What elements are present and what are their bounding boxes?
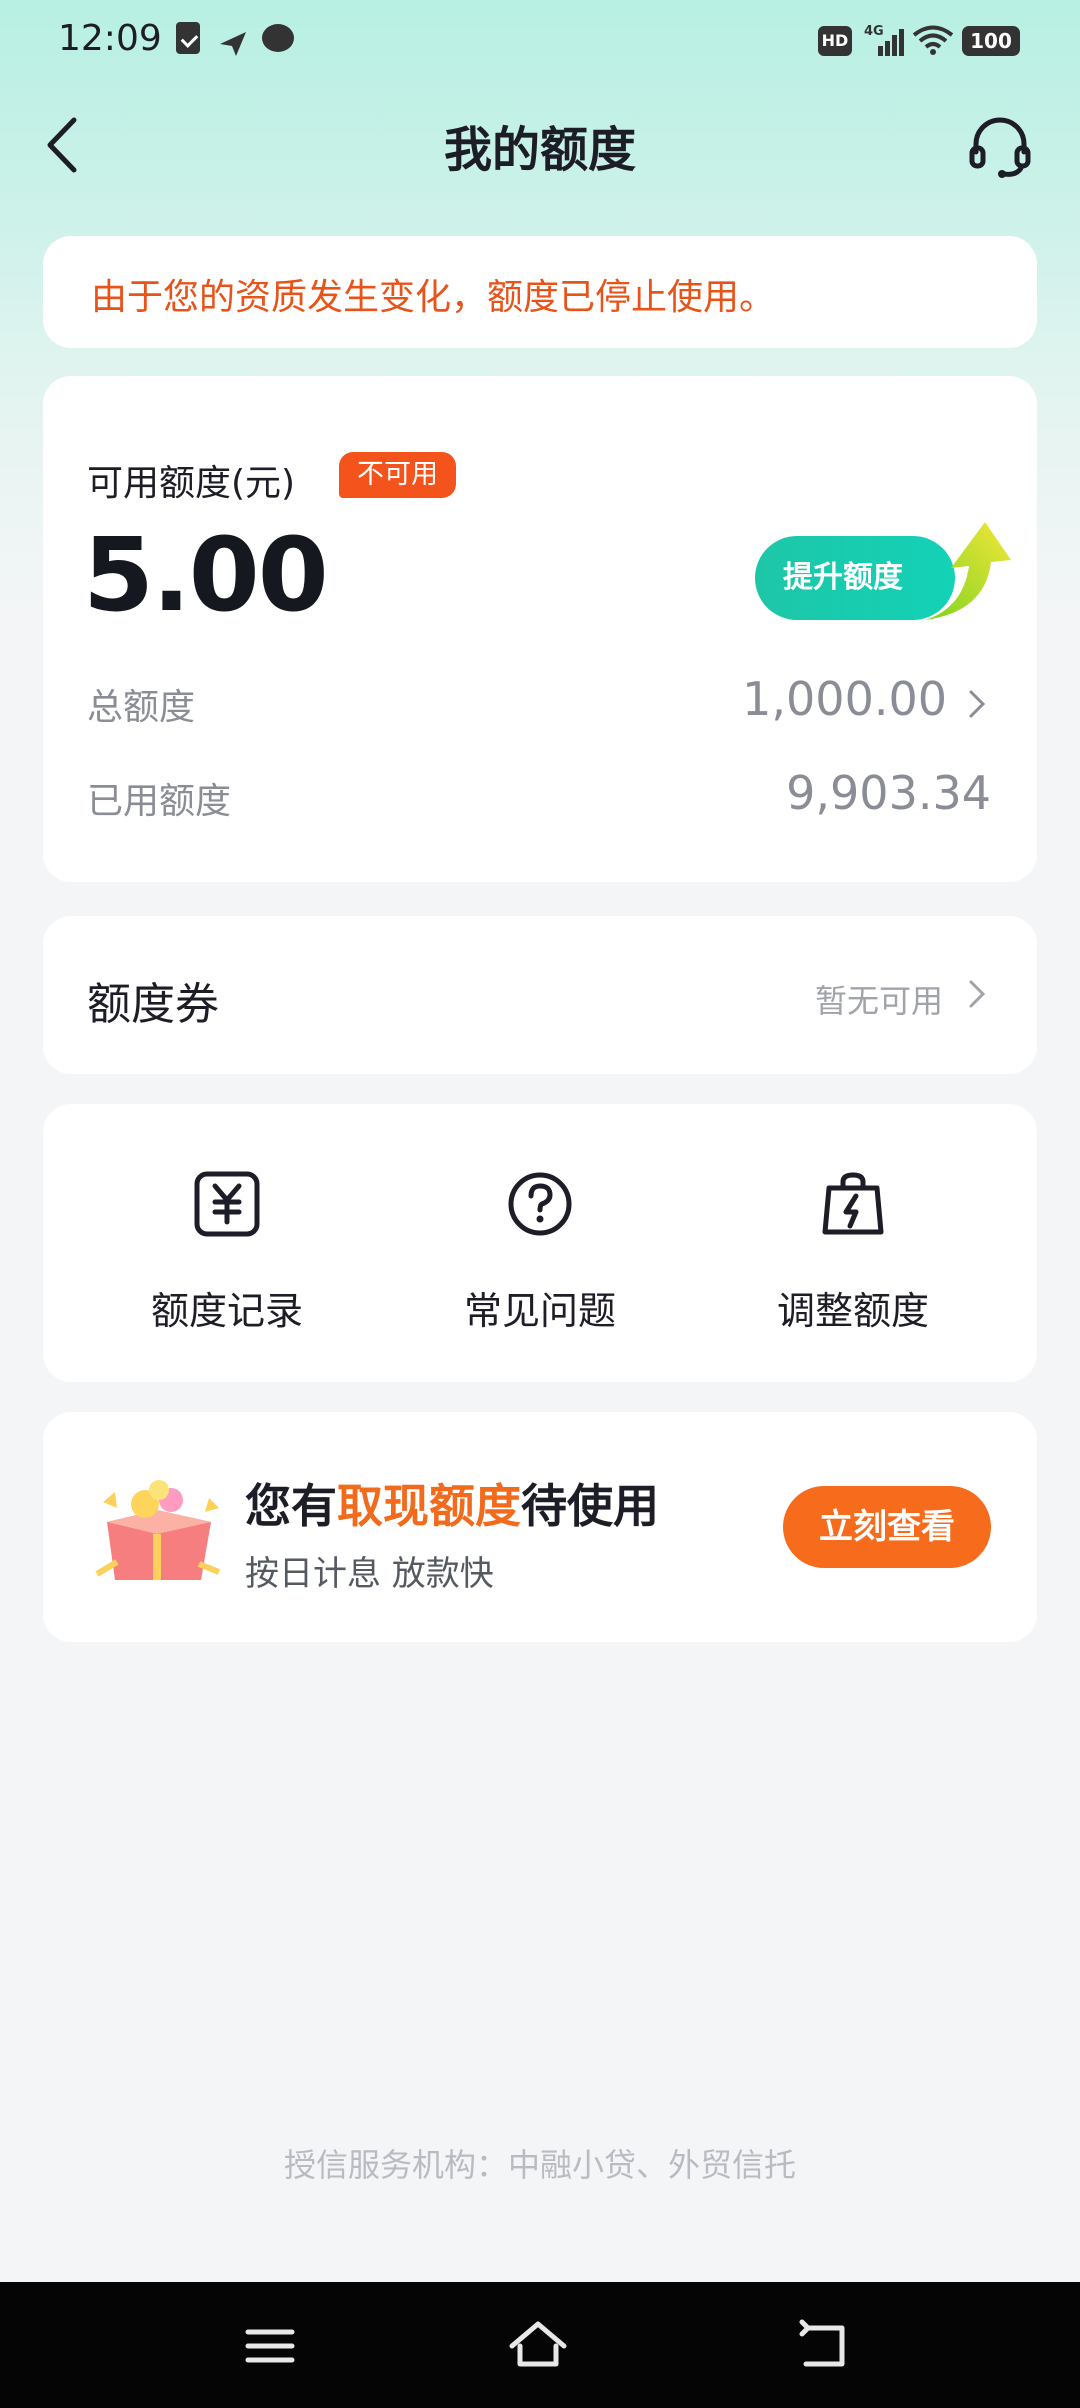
shortcut-grid: 额度记录 常见问题 调整额度 [43,1104,1037,1382]
wifi-icon [912,25,954,55]
back-icon[interactable] [794,2316,854,2376]
view-now-button[interactable]: 立刻查看 [783,1486,991,1568]
used-limit-label: 已用额度 [87,781,232,822]
shortcut-adjust-limit[interactable]: 调整额度 [703,1104,1003,1382]
chevron-right-icon [969,980,986,1008]
system-nav-bar [0,2282,1080,2408]
limit-coupon-row[interactable]: 额度券 暂无可用 [43,916,1037,1074]
promo-title: 您有取现额度待使用 [245,1470,659,1536]
promo-subtitle: 按日计息 放款快 [245,1554,494,1594]
shortcut-faq[interactable]: 常见问题 [390,1104,690,1382]
available-limit-amount: 5.00 [83,516,329,635]
lightning-bag-icon [822,1172,884,1235]
question-circle-icon [508,1172,572,1236]
shortcut-limit-record[interactable]: 额度记录 [77,1104,377,1382]
coupon-status: 暂无可用 [814,982,943,1020]
promo-title-prefix: 您有 [245,1479,337,1533]
coupon-title: 额度券 [87,979,219,1030]
status-time: 12:09 [58,18,162,59]
status-badge: 不可用 [339,452,456,498]
shortcut-label: 常见问题 [463,1289,616,1333]
battery-icon: 100 [962,26,1020,56]
available-limit-label: 可用额度(元) [87,463,296,504]
home-icon[interactable] [508,2316,568,2376]
credit-institution-note: 授信服务机构：中融小贷、外贸信托 [283,2146,796,2184]
cellular-signal-icon: 4G [864,24,904,56]
cash-limit-promo: 您有取现额度待使用 按日计息 放款快 立刻查看 [43,1412,1037,1642]
shortcut-label: 调整额度 [776,1289,929,1333]
chevron-right-icon[interactable] [965,688,989,720]
screen: 12:09 HD 4G 100 我的额度 由于您的资质发生变化，额度已停止使用。… [0,0,1080,2408]
promo-title-highlight: 取现额度 [337,1479,521,1533]
network-type: 4G [864,24,884,39]
send-icon [220,32,246,56]
menu-icon[interactable] [240,2316,300,2376]
used-limit-value: 9,903.34 [786,766,991,820]
total-limit-label: 总额度 [87,687,196,728]
notice-text: 由于您的资质发生变化，额度已停止使用。 [91,277,776,318]
page-title: 我的额度 [443,122,636,178]
limit-card: 可用额度(元) 不可用 5.00 提升额度 总额度 1,000.00 已用额度 … [43,376,1037,882]
chat-bubble-icon [262,24,294,52]
hd-voice-icon: HD [818,26,852,56]
back-arrow-icon[interactable] [40,112,84,178]
status-bar: 12:09 HD 4G 100 [0,0,1080,80]
clipboard-check-icon [176,22,200,54]
total-limit-value[interactable]: 1,000.00 [742,672,947,726]
gift-box-icon [95,1480,221,1580]
promo-title-suffix: 待使用 [521,1479,659,1533]
shortcut-label: 额度记录 [150,1289,303,1333]
up-arrow-icon [925,522,1011,620]
notice-banner: 由于您的资质发生变化，额度已停止使用。 [43,236,1037,348]
customer-service-headset-icon[interactable] [968,114,1032,178]
yuan-receipt-icon [194,1171,260,1237]
